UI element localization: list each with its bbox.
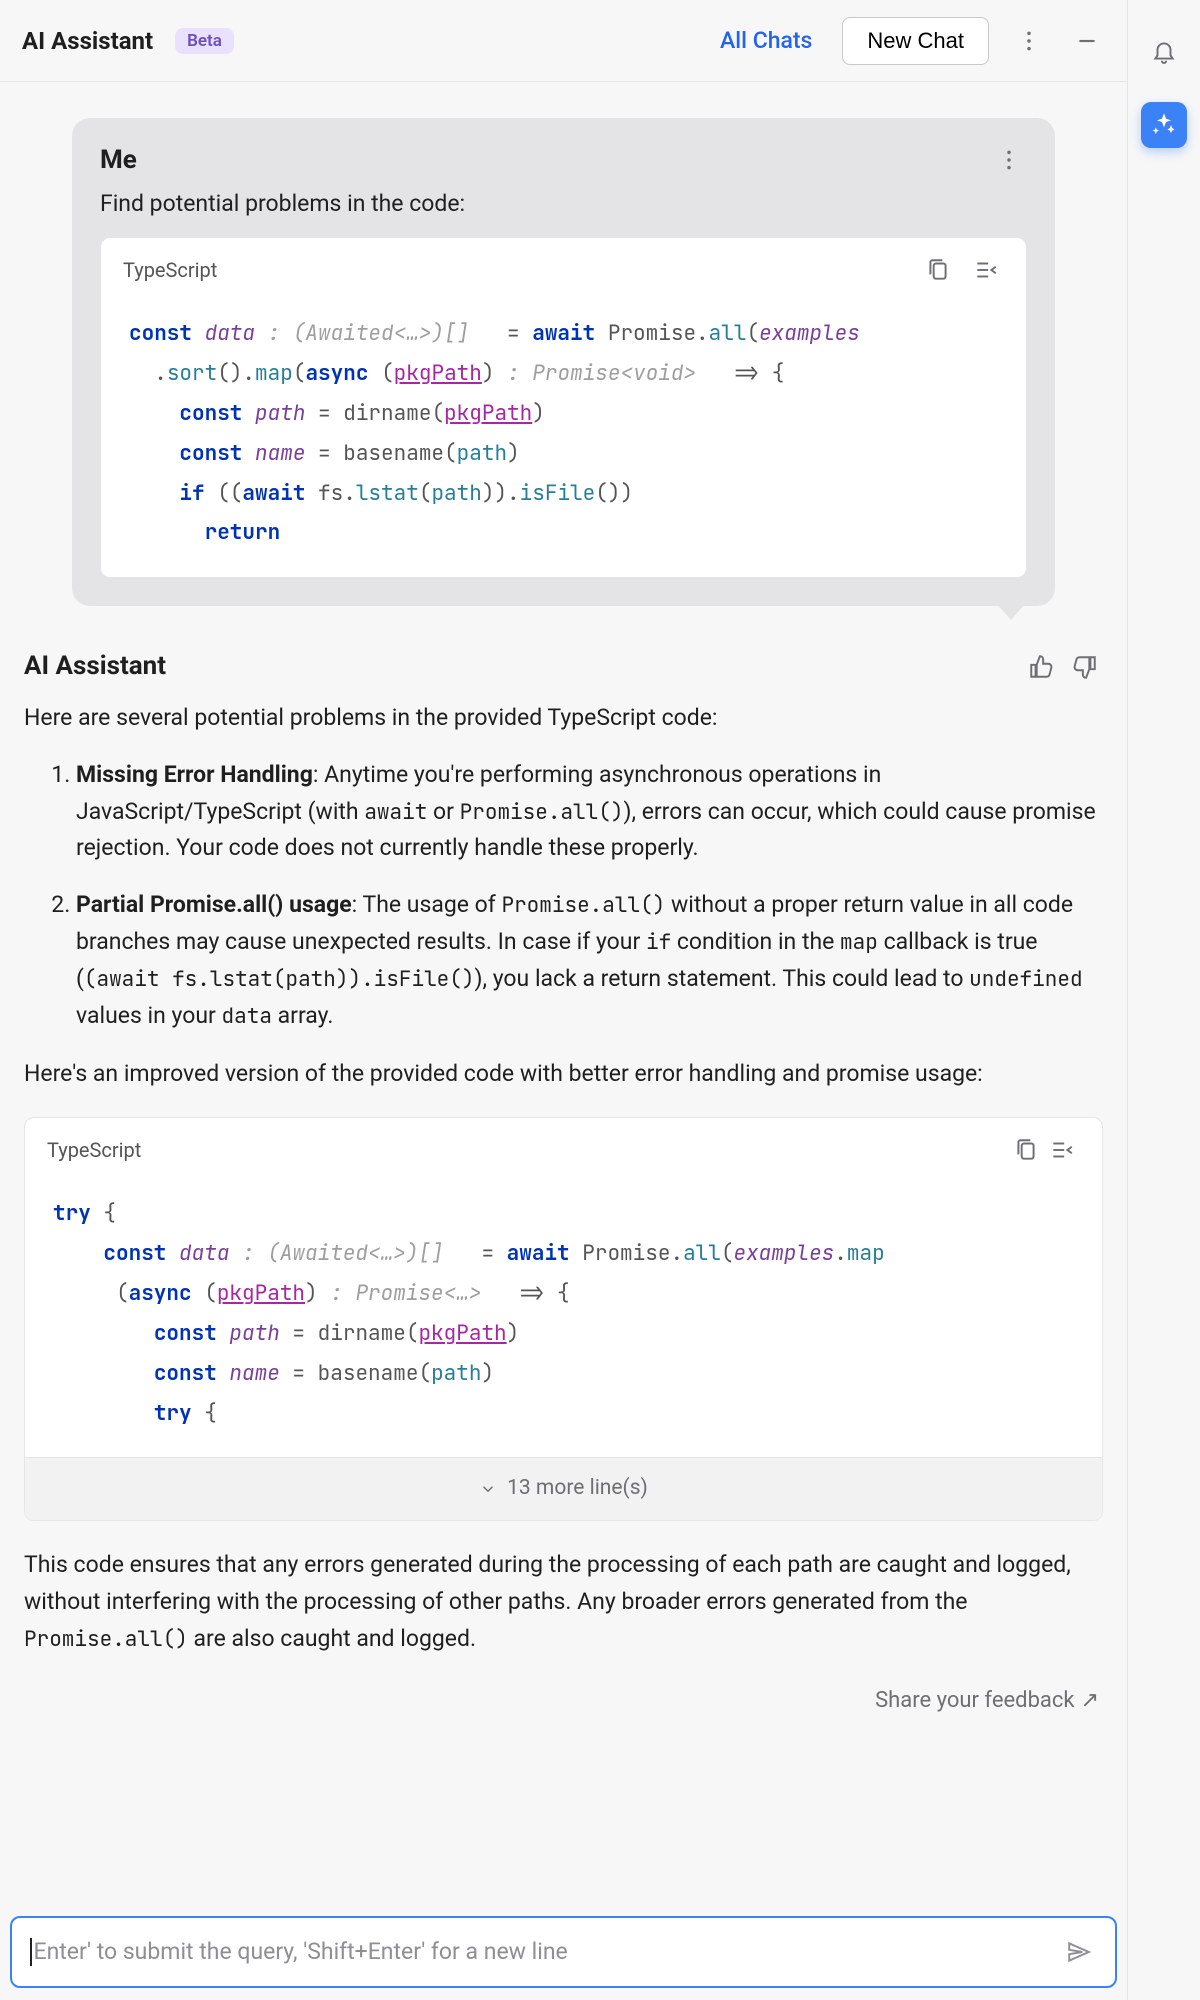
expand-code-button[interactable]: 13 more line(s): [25, 1457, 1102, 1520]
code-lang-label: TypeScript: [123, 258, 217, 282]
assistant-code-block: TypeScript try { const data : (Awaited<……: [24, 1117, 1103, 1521]
more-icon[interactable]: [1011, 23, 1047, 59]
assistant-message: AI Assistant Here are several potential …: [22, 646, 1105, 1718]
send-icon[interactable]: [1061, 1934, 1097, 1970]
user-prompt-text: Find potential problems in the code:: [100, 190, 1027, 217]
copy-icon[interactable]: [920, 252, 956, 288]
problems-list: Missing Error Handling: Anytime you're p…: [24, 757, 1103, 1035]
user-label: Me: [100, 145, 137, 175]
ai-assistant-icon[interactable]: [1141, 102, 1187, 148]
insert-icon[interactable]: [968, 252, 1004, 288]
assistant-improved-text: Here's an improved version of the provid…: [24, 1056, 1103, 1093]
message-input[interactable]: Enter' to submit the query, 'Shift+Enter…: [10, 1916, 1117, 1988]
share-feedback-link[interactable]: Share your feedback↗: [24, 1683, 1099, 1718]
beta-badge: Beta: [175, 28, 234, 54]
notifications-icon[interactable]: [1141, 28, 1187, 74]
thumbs-down-icon[interactable]: [1067, 649, 1103, 685]
right-rail: [1128, 0, 1200, 2000]
user-code: const data : (Awaited<…>)[] = await Prom…: [101, 302, 1026, 577]
code-lang-label: TypeScript: [47, 1134, 141, 1166]
user-code-block: TypeScript const data : (Awaited<…>)[] =…: [100, 237, 1027, 578]
problem-item-2: Partial Promise.all() usage: The usage o…: [76, 887, 1103, 1034]
chevron-down-icon: [479, 1480, 497, 1498]
assistant-code: try { const data : (Awaited<…>)[] = awai…: [25, 1182, 1102, 1457]
topbar: AI Assistant Beta All Chats New Chat: [0, 0, 1127, 82]
thumbs-up-icon[interactable]: [1023, 649, 1059, 685]
assistant-outro: This code ensures that any errors genera…: [24, 1547, 1103, 1657]
user-message: Me Find potential problems in the code: …: [72, 118, 1055, 606]
minimize-icon[interactable]: [1069, 23, 1105, 59]
assistant-intro: Here are several potential problems in t…: [24, 700, 1103, 737]
copy-icon[interactable]: [1008, 1132, 1044, 1168]
assistant-label: AI Assistant: [24, 646, 166, 688]
all-chats-link[interactable]: All Chats: [720, 27, 812, 54]
message-more-icon[interactable]: [991, 142, 1027, 178]
insert-icon[interactable]: [1044, 1132, 1080, 1168]
app-title: AI Assistant: [22, 27, 153, 55]
problem-item-1: Missing Error Handling: Anytime you're p…: [76, 757, 1103, 867]
new-chat-button[interactable]: New Chat: [842, 17, 989, 65]
input-placeholder: Enter' to submit the query, 'Shift+Enter…: [34, 1938, 568, 1965]
chat-scroll[interactable]: Me Find potential problems in the code: …: [0, 82, 1127, 1908]
